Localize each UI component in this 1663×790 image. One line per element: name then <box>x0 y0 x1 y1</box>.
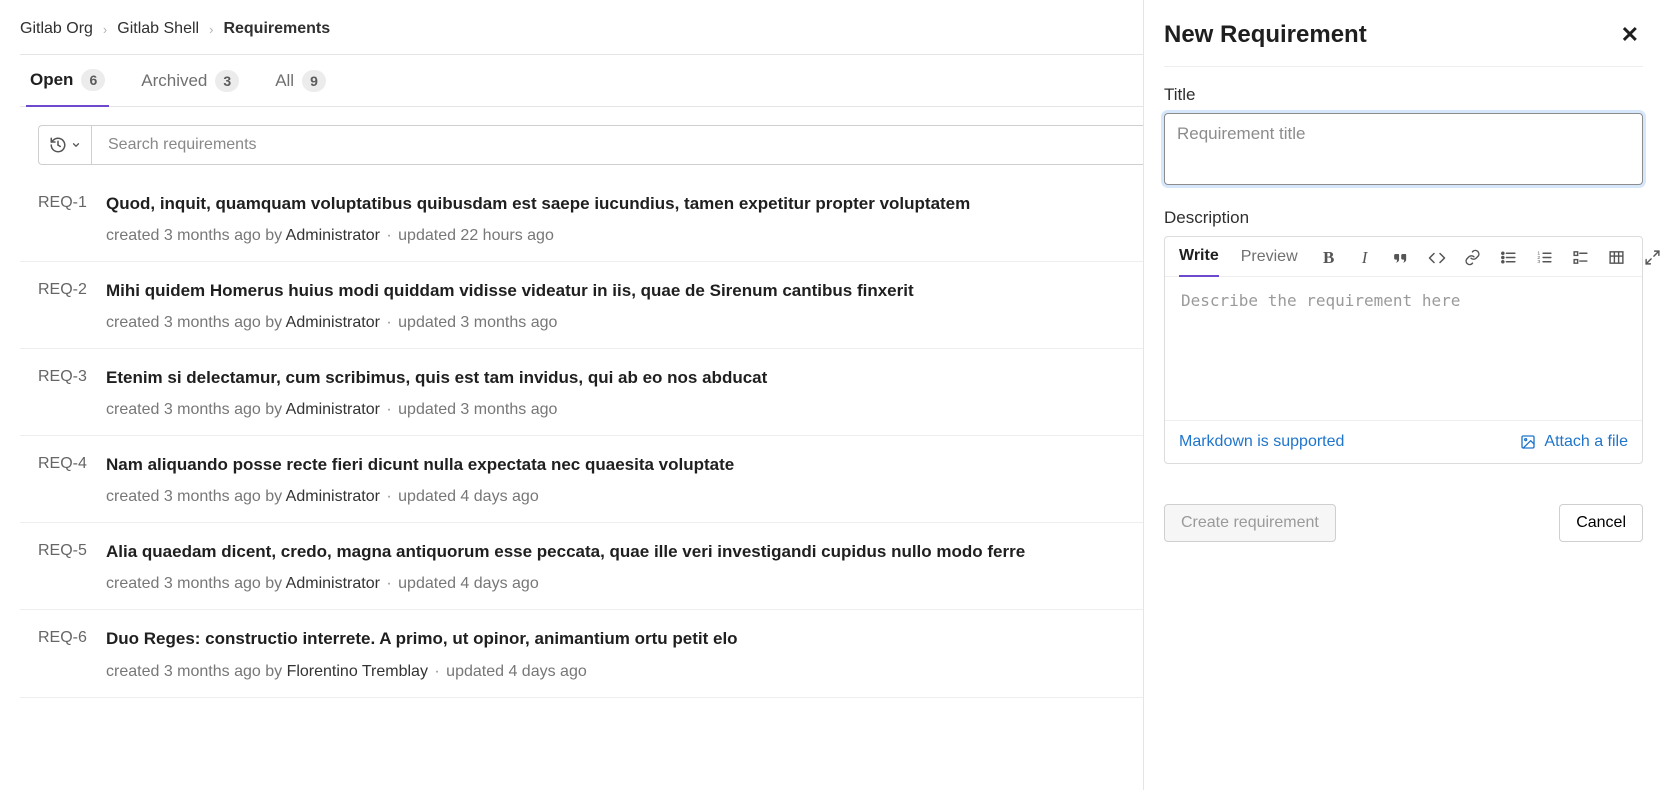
tab-all[interactable]: All 9 <box>271 69 330 106</box>
code-icon[interactable] <box>1428 249 1446 267</box>
bold-icon[interactable]: B <box>1320 249 1338 267</box>
breadcrumb-current: Requirements <box>223 20 330 38</box>
history-icon <box>49 136 67 154</box>
tab-archived-count: 3 <box>215 70 239 92</box>
requirement-id: REQ-5 <box>38 541 92 560</box>
tab-preview[interactable]: Preview <box>1241 248 1298 276</box>
create-requirement-button[interactable]: Create requirement <box>1164 504 1336 542</box>
breadcrumb-org[interactable]: Gitlab Org <box>20 20 93 38</box>
chevron-down-icon <box>71 140 81 150</box>
task-list-icon[interactable] <box>1572 249 1590 267</box>
tab-archived-label: Archived <box>141 71 207 91</box>
tab-all-label: All <box>275 71 294 91</box>
markdown-help-link[interactable]: Markdown is supported <box>1179 433 1344 451</box>
requirement-id: REQ-6 <box>38 628 92 647</box>
svg-text:3: 3 <box>1538 259 1541 265</box>
link-icon[interactable] <box>1464 249 1482 267</box>
search-history-button[interactable] <box>38 125 91 165</box>
description-label: Description <box>1164 208 1643 228</box>
tab-all-count: 9 <box>302 70 326 92</box>
tab-open-label: Open <box>30 70 73 90</box>
attach-file-button[interactable]: Attach a file <box>1520 433 1628 451</box>
title-label: Title <box>1164 85 1643 105</box>
chevron-right-icon: › <box>209 22 213 37</box>
tab-archived[interactable]: Archived 3 <box>137 69 243 106</box>
numbered-list-icon[interactable]: 123 <box>1536 249 1554 267</box>
bullet-list-icon[interactable] <box>1500 249 1518 267</box>
tab-open[interactable]: Open 6 <box>26 69 109 107</box>
fullscreen-icon[interactable] <box>1644 249 1662 267</box>
requirement-id: REQ-4 <box>38 454 92 473</box>
close-icon[interactable]: ✕ <box>1617 18 1643 52</box>
cancel-button[interactable]: Cancel <box>1559 504 1643 542</box>
tab-write[interactable]: Write <box>1179 247 1219 277</box>
italic-icon[interactable]: I <box>1356 249 1374 267</box>
requirement-id: REQ-2 <box>38 280 92 299</box>
drawer-title: New Requirement <box>1164 21 1367 49</box>
new-requirement-drawer: New Requirement ✕ Title Description Writ… <box>1143 0 1663 790</box>
description-box: Write Preview B I 123 <box>1164 236 1643 464</box>
chevron-right-icon: › <box>103 22 107 37</box>
requirement-id: REQ-1 <box>38 193 92 212</box>
requirement-title-input[interactable] <box>1164 113 1643 185</box>
breadcrumb-project[interactable]: Gitlab Shell <box>117 20 199 38</box>
quote-icon[interactable] <box>1392 249 1410 267</box>
table-icon[interactable] <box>1608 249 1626 267</box>
requirement-id: REQ-3 <box>38 367 92 386</box>
requirement-description-input[interactable] <box>1165 277 1642 415</box>
tab-open-count: 6 <box>81 69 105 91</box>
markdown-toolbar: B I 123 <box>1320 249 1662 275</box>
image-icon <box>1520 434 1536 450</box>
attach-file-label: Attach a file <box>1544 433 1628 451</box>
